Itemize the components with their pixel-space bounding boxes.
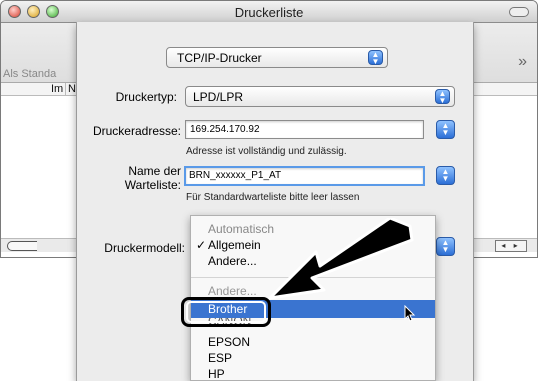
menu-item-hp[interactable]: HP [191,366,435,380]
popup-arrows-icon: ▲ ▼ [368,50,383,66]
printer-model-popup-arrow[interactable]: ▲ ▼ [436,237,455,256]
mouse-cursor-icon [404,305,416,322]
address-history-button[interactable]: ▲ ▼ [436,120,455,139]
queue-hint: Für Standardwarteliste bitte leer lassen [186,192,360,203]
queue-name-label-line2: Warteliste: [124,178,181,192]
window-title: Druckerliste [234,5,304,20]
queue-name-field[interactable]: BRN_xxxxxx_P1_AT [184,166,425,186]
checkmark-icon: ✓ [196,238,207,252]
column-header-name[interactable]: N [68,83,76,95]
queue-name-label-line1: Name der [128,164,181,178]
printer-model-label: Druckermodell: [104,241,185,255]
printer-type-value: LPD/LPR [193,90,244,104]
column-header-in-menu[interactable]: Im [51,83,63,95]
annotation-arrow-icon [268,218,414,300]
popup-arrows-icon: ▲ ▼ [435,89,450,105]
printer-address-label: Druckeradresse: [92,124,181,138]
menu-item-epson[interactable]: EPSON [191,334,435,350]
make-default-label[interactable]: Als Standa [3,68,56,80]
toolbar-overflow-icon[interactable]: » [518,53,527,71]
printer-type-label: Druckertyp: [115,90,177,104]
printer-type-popup[interactable]: LPD/LPR ▲ ▼ [185,86,455,107]
connection-type-popup[interactable]: TCP/IP-Drucker ▲ ▼ [166,47,388,68]
toolbar-toggle-button[interactable] [509,7,529,17]
queue-history-button[interactable]: ▲ ▼ [436,166,455,185]
column-divider [65,83,66,96]
title-bar: Druckerliste [1,1,537,23]
address-hint: Adresse ist vollständig und zulässig. [186,146,347,157]
connection-type-value: TCP/IP-Drucker [177,51,262,65]
scroll-thumb[interactable] [7,241,37,251]
printer-address-field[interactable]: 169.254.170.92 [185,120,424,139]
scroll-arrows-icon[interactable]: ◂ ▸ [495,240,527,252]
menu-item-esp[interactable]: ESP [191,350,435,366]
